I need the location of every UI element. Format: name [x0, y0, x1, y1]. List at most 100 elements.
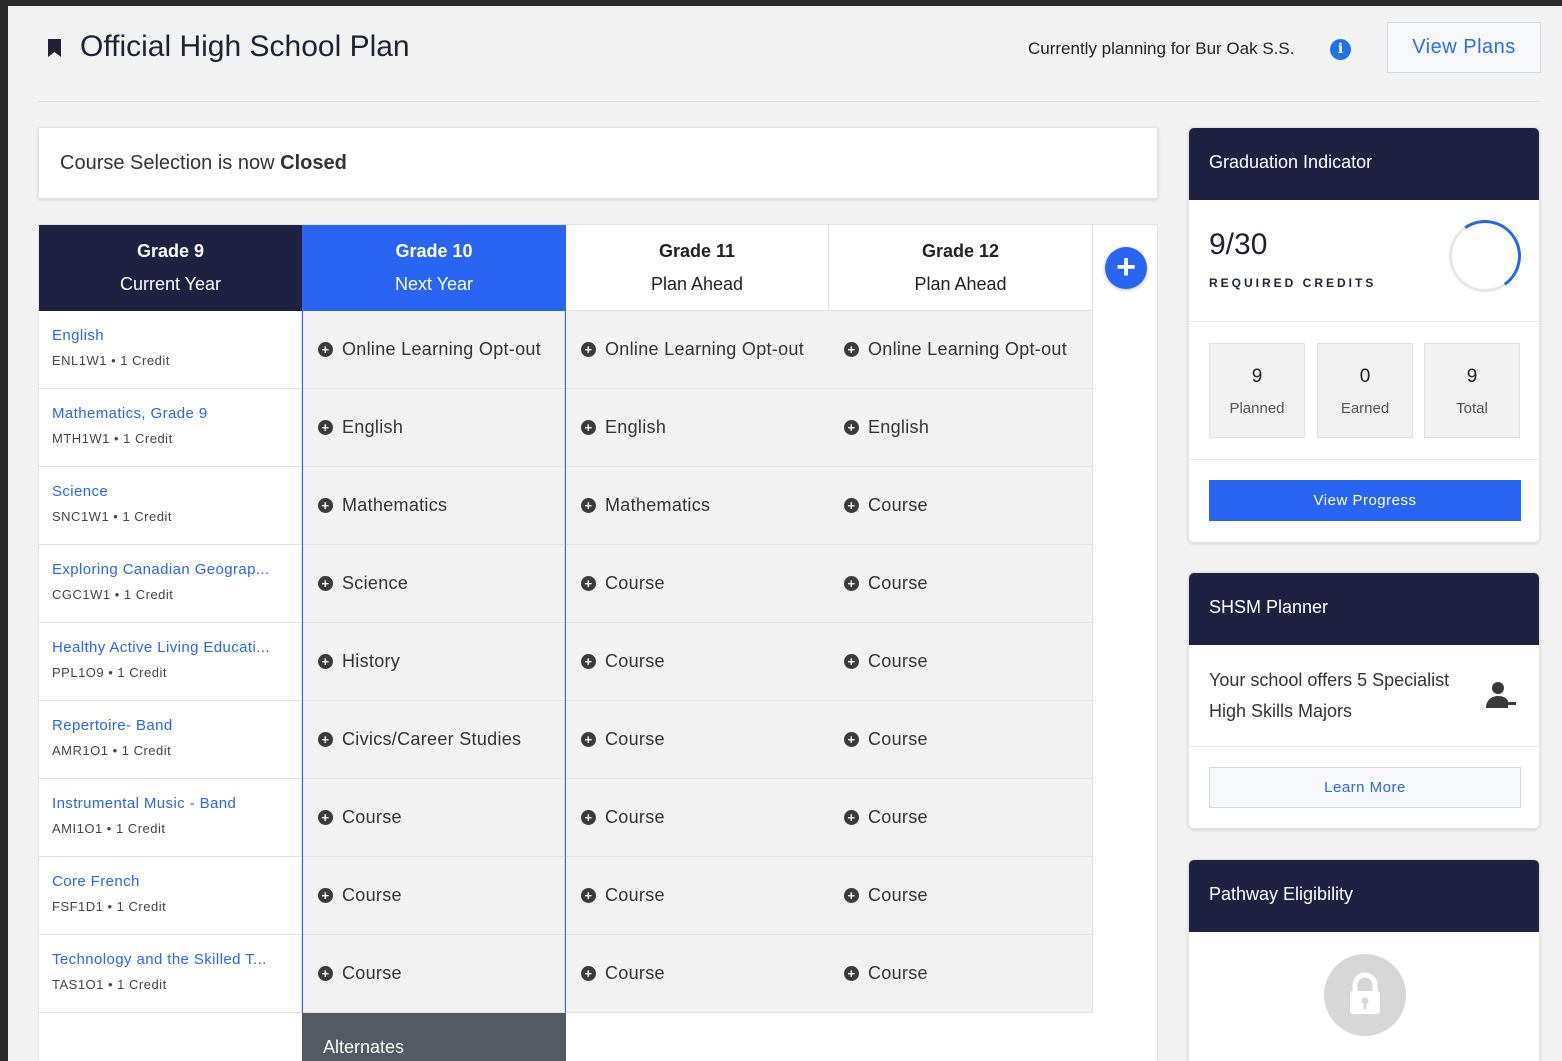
course-slot[interactable]: + Course	[303, 857, 565, 935]
add-circle-icon: +	[581, 342, 596, 357]
grade-11-header[interactable]: Grade 11 Plan Ahead	[566, 225, 829, 311]
grade-subtitle: Plan Ahead	[914, 274, 1007, 294]
course-name-link[interactable]: Repertoire- Band	[52, 717, 173, 734]
course-name-link[interactable]: Instrumental Music - Band	[52, 795, 236, 812]
course-name-link[interactable]: Exploring Canadian Geograp...	[52, 561, 270, 578]
course-slot[interactable]: + Course	[829, 857, 1093, 935]
view-plans-button[interactable]: View Plans	[1387, 22, 1541, 73]
grade-9-header[interactable]: Grade 9 Current Year	[39, 225, 302, 311]
course-slot[interactable]: + Course	[566, 935, 830, 1013]
course-slot[interactable]: + Mathematics	[303, 467, 565, 545]
add-course-slot[interactable]: + Course	[844, 573, 928, 594]
course-slot[interactable]: + Course	[829, 779, 1093, 857]
slot-label: Course	[342, 807, 402, 827]
course-slot[interactable]: + Course	[566, 623, 830, 701]
add-course-slot[interactable]: + Course	[844, 495, 928, 516]
add-course-slot[interactable]: + Course	[844, 729, 928, 750]
course-name-link[interactable]: Science	[52, 483, 108, 500]
course-slot[interactable]: + Course	[303, 935, 565, 1013]
add-course-slot[interactable]: + Online Learning Opt-out	[581, 339, 804, 360]
slot-label: Course	[605, 651, 665, 671]
course-slot[interactable]: + Course	[566, 545, 830, 623]
course-slot[interactable]: + Course	[829, 701, 1093, 779]
add-circle-icon: +	[318, 576, 333, 591]
planned-stat: 9 Planned	[1209, 343, 1305, 438]
course-slot[interactable]: + English	[566, 389, 830, 467]
add-course-slot[interactable]: + Course	[581, 729, 665, 750]
add-course-slot[interactable]: + Course	[318, 963, 402, 984]
course-slot[interactable]: + Online Learning Opt-out	[829, 311, 1093, 389]
add-course-slot[interactable]: + Course	[844, 963, 928, 984]
course-slot[interactable]: + Course	[829, 935, 1093, 1013]
course-name-link[interactable]: Healthy Active Living Educati...	[52, 639, 270, 656]
slot-label: Course	[868, 729, 928, 749]
add-course-slot[interactable]: + Course	[844, 651, 928, 672]
course-slot[interactable]: + Science	[303, 545, 565, 623]
add-course-slot[interactable]: + Course	[581, 807, 665, 828]
add-course-slot[interactable]: + Course	[581, 963, 665, 984]
plan-grid: Grade 9 Current Year Grade 10 Next Year …	[38, 224, 1158, 1061]
course-slot[interactable]: + Online Learning Opt-out	[566, 311, 830, 389]
add-course-slot[interactable]: + English	[581, 417, 666, 438]
add-course-slot[interactable]: + English	[318, 417, 403, 438]
stat-label: Total	[1456, 400, 1488, 417]
add-circle-icon: +	[844, 654, 859, 669]
view-progress-button[interactable]: View Progress	[1209, 480, 1521, 521]
grade-10-header[interactable]: Grade 10 Next Year	[302, 225, 566, 311]
course-slot[interactable]: + Online Learning Opt-out	[303, 311, 565, 389]
add-course-slot[interactable]: + History	[318, 651, 400, 672]
learn-more-button[interactable]: Learn More	[1209, 767, 1521, 808]
course-name-link[interactable]: English	[52, 327, 104, 344]
grade-12-header[interactable]: Grade 12 Plan Ahead	[829, 225, 1093, 311]
add-circle-icon: +	[318, 966, 333, 981]
add-course-slot[interactable]: + Course	[318, 807, 402, 828]
course-name-link[interactable]: Core French	[52, 873, 140, 890]
add-course-slot[interactable]: + Online Learning Opt-out	[844, 339, 1067, 360]
course-slot[interactable]: + Mathematics	[566, 467, 830, 545]
info-icon[interactable]: i	[1330, 39, 1351, 60]
add-course-slot[interactable]: + Science	[318, 573, 408, 594]
add-course-slot[interactable]: + Civics/Career Studies	[318, 729, 521, 750]
course-slot[interactable]: + Course	[829, 545, 1093, 623]
graduation-card-title: Graduation Indicator	[1189, 128, 1539, 200]
course-slot[interactable]: + Course	[566, 857, 830, 935]
add-course-slot[interactable]: + Course	[318, 885, 402, 906]
add-course-slot[interactable]: + Course	[581, 651, 665, 672]
course-code: AMR1O1 • 1 Credit	[52, 743, 172, 758]
add-course-slot[interactable]: + Course	[844, 807, 928, 828]
course-slot[interactable]: + Civics/Career Studies	[303, 701, 565, 779]
add-course-slot[interactable]: + Mathematics	[581, 495, 710, 516]
add-course-slot[interactable]: + English	[844, 417, 929, 438]
add-circle-icon: +	[581, 966, 596, 981]
slot-label: Course	[868, 807, 928, 827]
course-slot[interactable]: + Course	[303, 779, 565, 857]
slot-label: Course	[605, 885, 665, 905]
course-slot[interactable]: + Course	[829, 467, 1093, 545]
grade-label: Grade 10	[395, 241, 473, 261]
course-code: PPL1O9 • 1 Credit	[52, 665, 167, 680]
add-course-slot[interactable]: + Course	[581, 885, 665, 906]
course-slot[interactable]: + English	[829, 389, 1093, 467]
course-slot[interactable]: + History	[303, 623, 565, 701]
grade-label: Grade 9	[136, 241, 205, 261]
add-course-slot[interactable]: + Online Learning Opt-out	[318, 339, 541, 360]
slot-label: Civics/Career Studies	[342, 729, 522, 749]
add-circle-icon: +	[844, 576, 859, 591]
add-course-slot[interactable]: + Course	[581, 573, 665, 594]
slot-label: Course	[605, 573, 665, 593]
earned-stat: 0 Earned	[1317, 343, 1413, 438]
course-slot[interactable]: + Course	[829, 623, 1093, 701]
slot-label: Course	[342, 963, 402, 983]
add-course-slot[interactable]: + Mathematics	[318, 495, 447, 516]
course-slot[interactable]: + Course	[566, 701, 830, 779]
alternates-header[interactable]: Alternates	[302, 1013, 566, 1061]
course-name-link[interactable]: Mathematics, Grade 9	[52, 405, 208, 422]
add-year-plus-icon[interactable]: +	[1105, 247, 1147, 289]
course-code: ENL1W1 • 1 Credit	[52, 353, 170, 368]
course-slot[interactable]: + English	[303, 389, 565, 467]
course-slot[interactable]: + Course	[566, 779, 830, 857]
add-course-slot[interactable]: + Course	[844, 885, 928, 906]
page-header: Official High School Plan Currently plan…	[38, 6, 1541, 102]
stat-label: Earned	[1340, 400, 1390, 417]
course-name-link[interactable]: Technology and the Skilled T...	[52, 951, 267, 968]
